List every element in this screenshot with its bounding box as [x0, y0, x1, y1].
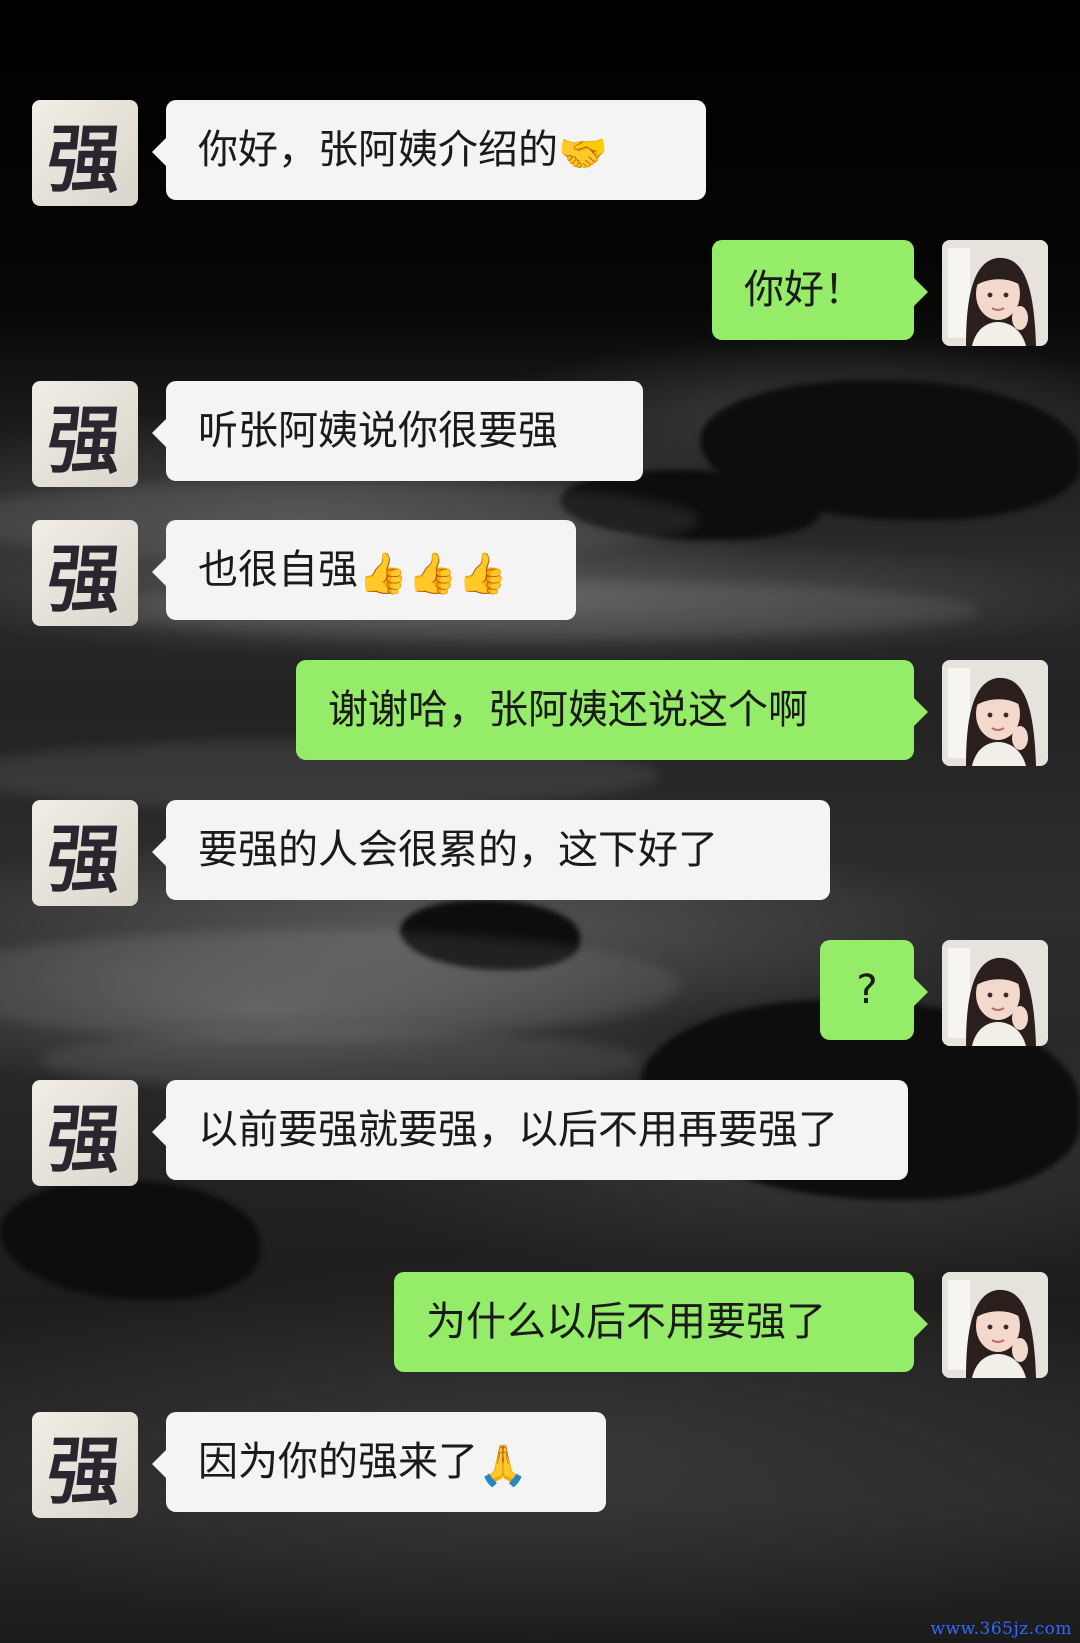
message-text: 听张阿姨说你很要强: [198, 408, 558, 454]
message-row: 强 听张阿姨说你很要强: [32, 381, 643, 487]
thumbs-up-emoji: 👍👍👍: [358, 551, 508, 597]
message-text: 为什么以后不用要强了: [426, 1299, 826, 1345]
avatar-character: 强: [42, 536, 126, 623]
incoming-message-bubble[interactable]: 以前要强就要强，以后不用再要强了: [152, 1080, 908, 1180]
portrait-image: [942, 940, 1048, 1046]
message-row: 谢谢哈，张阿姨还说这个啊: [296, 660, 1048, 766]
message-text: 你好，张阿姨介绍的: [198, 127, 558, 173]
user-avatar[interactable]: [942, 940, 1048, 1046]
outgoing-message-bubble[interactable]: 你好！: [712, 240, 928, 340]
site-watermark: www.365jz.com: [930, 1619, 1072, 1639]
incoming-message-bubble[interactable]: 因为你的强来了🙏: [152, 1412, 606, 1512]
incoming-message-bubble[interactable]: 你好，张阿姨介绍的🤝: [152, 100, 706, 200]
outgoing-message-bubble[interactable]: 为什么以后不用要强了: [394, 1272, 928, 1372]
message-row: 强 也很自强👍👍👍: [32, 520, 576, 626]
message-text: 谢谢哈，张阿姨还说这个啊: [328, 687, 808, 733]
message-row: 强 要强的人会很累的，这下好了: [32, 800, 830, 906]
message-text: 也很自强: [198, 547, 358, 593]
avatar-character: 强: [42, 1096, 126, 1183]
message-row: 强 你好，张阿姨介绍的🤝: [32, 100, 706, 206]
folded-hands-emoji: 🙏: [478, 1443, 528, 1489]
incoming-message-bubble[interactable]: 要强的人会很累的，这下好了: [152, 800, 830, 900]
message-row: 强 因为你的强来了🙏: [32, 1412, 606, 1518]
outgoing-message-bubble[interactable]: 谢谢哈，张阿姨还说这个啊: [296, 660, 928, 760]
message-text: 你好！: [744, 267, 864, 313]
contact-avatar[interactable]: 强: [32, 1412, 138, 1518]
message-text: 要强的人会很累的，这下好了: [198, 827, 718, 873]
contact-avatar[interactable]: 强: [32, 100, 138, 206]
message-text: 因为你的强来了: [198, 1439, 478, 1485]
message-row: 你好！: [712, 240, 1048, 346]
avatar-character: 强: [42, 397, 126, 484]
incoming-message-bubble[interactable]: 也很自强👍👍👍: [152, 520, 576, 620]
user-avatar[interactable]: [942, 660, 1048, 766]
message-row: 为什么以后不用要强了: [394, 1272, 1048, 1378]
contact-avatar[interactable]: 强: [32, 381, 138, 487]
contact-avatar[interactable]: 强: [32, 800, 138, 906]
avatar-character: 强: [42, 816, 126, 903]
message-text: ?: [856, 967, 878, 1013]
user-avatar[interactable]: [942, 240, 1048, 346]
message-row: 强 以前要强就要强，以后不用再要强了: [32, 1080, 908, 1186]
avatar-character: 强: [42, 1428, 126, 1515]
outgoing-message-bubble[interactable]: ?: [820, 940, 928, 1040]
user-avatar[interactable]: [942, 1272, 1048, 1378]
portrait-image: [942, 240, 1048, 346]
message-row: ?: [820, 940, 1048, 1046]
message-text: 以前要强就要强，以后不用再要强了: [198, 1107, 838, 1153]
portrait-image: [942, 1272, 1048, 1378]
incoming-message-bubble[interactable]: 听张阿姨说你很要强: [152, 381, 643, 481]
portrait-image: [942, 660, 1048, 766]
contact-avatar[interactable]: 强: [32, 520, 138, 626]
avatar-character: 强: [42, 116, 126, 203]
handshake-emoji: 🤝: [558, 131, 608, 177]
contact-avatar[interactable]: 强: [32, 1080, 138, 1186]
